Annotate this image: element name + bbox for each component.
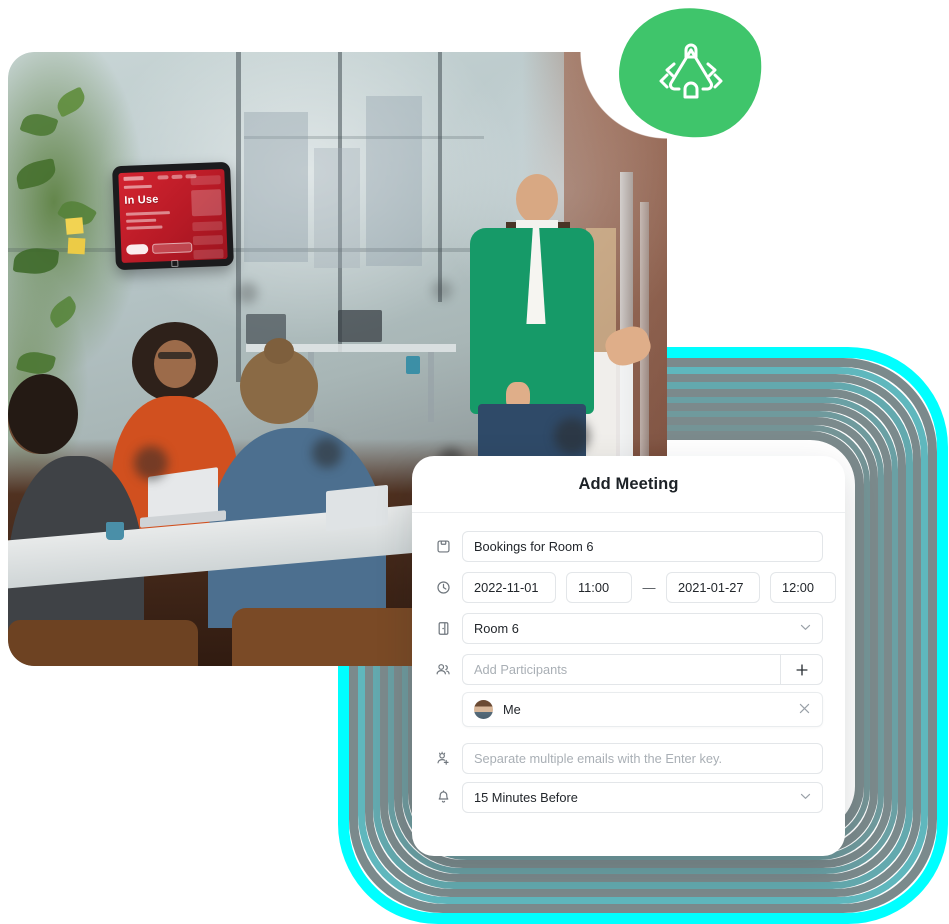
tablet-button-primary: [126, 243, 149, 255]
privacy-blur-dot: [312, 438, 342, 468]
meeting-room-table-icon: [659, 43, 722, 99]
subject-input[interactable]: Bookings for Room 6: [462, 531, 823, 562]
tablet-status-text: In Use: [124, 193, 159, 207]
person-head: [516, 174, 558, 224]
range-separator: —: [642, 580, 656, 595]
room-booking-tablet: In Use: [112, 161, 234, 271]
tablet-agenda-panel: [190, 173, 224, 260]
person-face: [154, 340, 196, 388]
laptop-screen: [326, 484, 388, 532]
reminder-row: 15 Minutes Before: [434, 782, 823, 813]
participants-input[interactable]: Add Participants: [462, 654, 780, 685]
privacy-blur-dot: [134, 446, 168, 480]
participants-input-group: Add Participants: [462, 654, 823, 685]
start-date-input[interactable]: 2022-11-01: [462, 572, 556, 603]
attendee-chip-row: Me: [434, 692, 823, 727]
remove-attendee-button[interactable]: [798, 702, 811, 717]
window-mullion: [438, 52, 442, 302]
tablet-home-button: [171, 259, 179, 268]
note-icon: [434, 538, 452, 556]
coffee-cup: [406, 356, 420, 374]
subject-value: Bookings for Room 6: [474, 539, 594, 554]
room-value: Room 6: [474, 621, 519, 636]
window-mullion: [236, 52, 241, 382]
privacy-blur-dot: [432, 280, 452, 300]
emails-input[interactable]: Separate multiple emails with the Enter …: [462, 743, 823, 774]
background-monitor: [338, 310, 382, 342]
start-time-value: 11:00: [578, 580, 610, 595]
people-icon: [434, 661, 452, 679]
desk-leg: [428, 352, 434, 422]
attendee-chip: Me: [462, 692, 823, 727]
bell-icon: [434, 789, 452, 807]
skyline-building: [244, 112, 308, 262]
meeting-room-badge: [612, 0, 769, 146]
dialog-body: Bookings for Room 6 2022-11-01 11:00 — 2…: [412, 513, 845, 813]
plant-leaf: [53, 86, 89, 118]
reminder-value: 15 Minutes Before: [474, 790, 578, 805]
attendee-name: Me: [503, 702, 521, 717]
end-date-input[interactable]: 2021-01-27: [666, 572, 760, 603]
participants-row: Add Participants: [434, 654, 823, 685]
eyeglasses: [158, 352, 192, 359]
tablet-room-name: [123, 184, 152, 189]
tablet-button-secondary: [152, 242, 193, 254]
add-meeting-dialog: Add Meeting Bookings for Room 6 2022-11-…: [412, 456, 845, 856]
plant-leaf: [15, 347, 57, 379]
sticky-note: [65, 217, 84, 235]
room-select[interactable]: Room 6: [462, 613, 823, 644]
screenshot-root: In Use Add Meeting Bookings for Room 6 2…: [0, 0, 949, 924]
tablet-brand-logo: [123, 176, 144, 181]
clock-icon: [434, 579, 452, 597]
end-date-value: 2021-01-27: [678, 580, 744, 595]
emails-placeholder: Separate multiple emails with the Enter …: [474, 751, 722, 766]
start-date-value: 2022-11-01: [474, 580, 539, 595]
close-icon: [799, 703, 810, 714]
tablet-screen: In Use: [118, 168, 228, 264]
participants-placeholder: Add Participants: [474, 662, 568, 677]
privacy-blur-dot: [236, 282, 258, 304]
plant-leaf: [44, 295, 82, 329]
add-participant-button[interactable]: [780, 654, 823, 685]
chair-back: [232, 608, 428, 666]
end-time-input[interactable]: 12:00: [770, 572, 836, 603]
plant-leaf: [19, 109, 59, 141]
skyline-building: [314, 148, 360, 268]
reminder-select[interactable]: 15 Minutes Before: [462, 782, 823, 813]
start-time-input[interactable]: 11:00: [566, 572, 632, 603]
chair-back: [8, 620, 198, 666]
avatar: [474, 700, 493, 719]
person-hair-bun: [264, 338, 294, 364]
schedule-row: 2022-11-01 11:00 — 2021-01-27 12:00: [434, 572, 836, 603]
coffee-cup: [106, 522, 124, 540]
door-icon: [434, 620, 452, 638]
subject-row: Bookings for Room 6: [434, 531, 823, 562]
dialog-title: Add Meeting: [578, 474, 679, 493]
plus-icon: [795, 663, 808, 676]
chevron-down-icon: [794, 624, 811, 634]
privacy-blur-dot: [554, 418, 590, 454]
plant-leaf: [13, 158, 59, 190]
sticky-note: [67, 237, 86, 255]
emails-row: Separate multiple emails with the Enter …: [434, 743, 823, 774]
room-row: Room 6: [434, 613, 823, 644]
person-hair: [8, 374, 78, 454]
chevron-down-icon: [794, 793, 811, 803]
skyline-building: [366, 96, 422, 266]
dialog-header: Add Meeting: [412, 456, 845, 513]
end-time-value: 12:00: [782, 580, 815, 595]
add-person-icon: [434, 750, 452, 768]
